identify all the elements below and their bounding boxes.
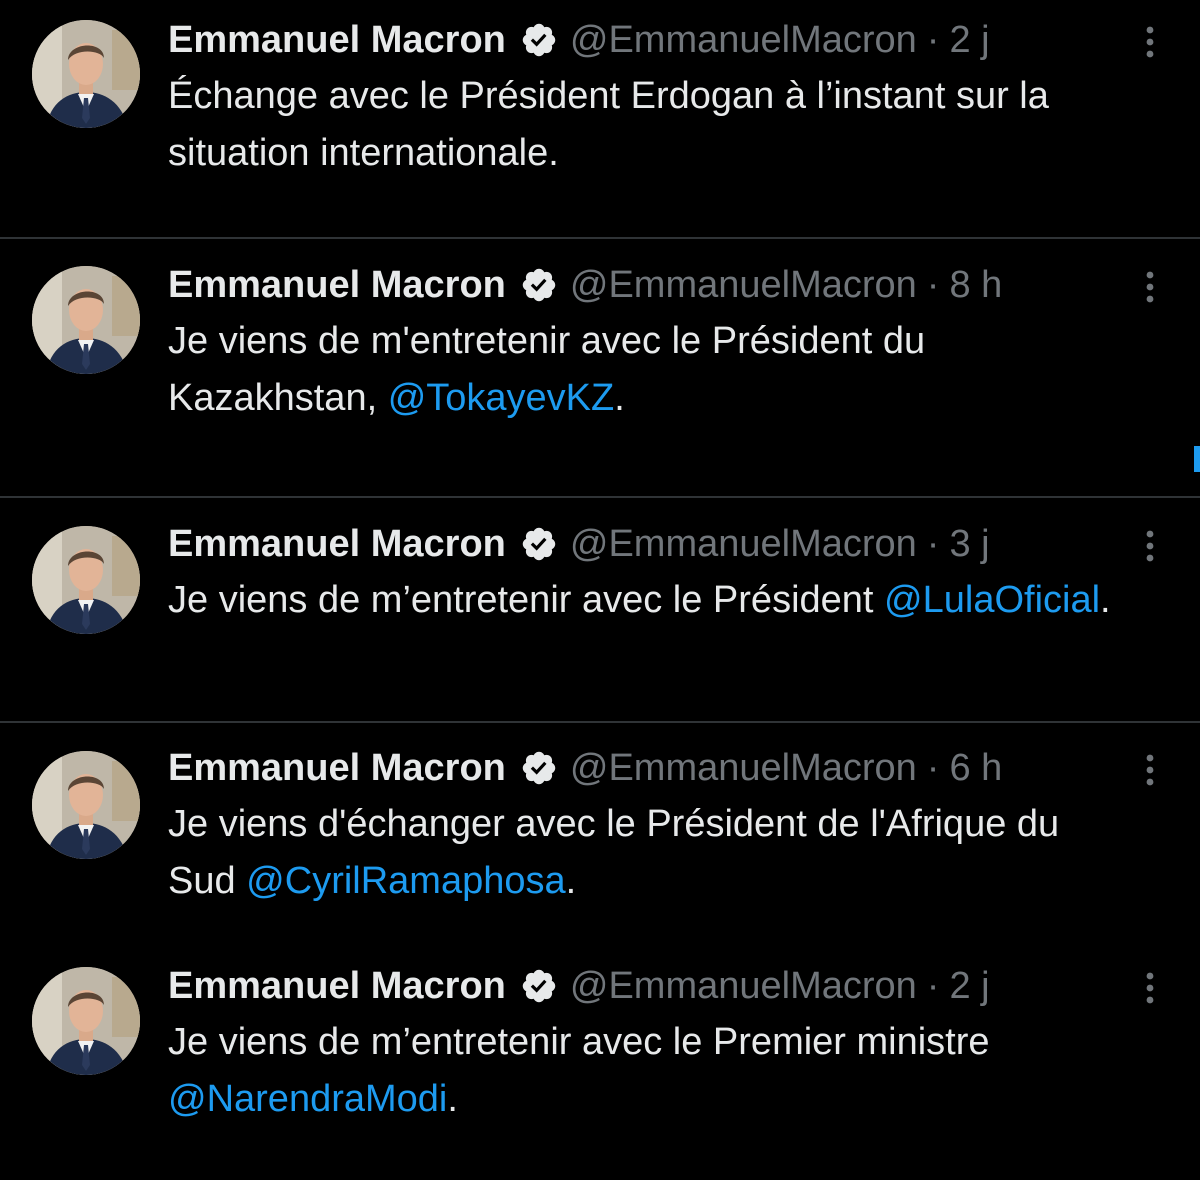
tweet[interactable]: Emmanuel Macron @EmmanuelMacron · 3 j Je… [0,498,1200,722]
portrait-image [32,751,140,859]
more-options-icon[interactable] [1130,742,1170,798]
tweet[interactable]: Emmanuel Macron @EmmanuelMacron · 6 h Je… [0,723,1200,943]
more-options-icon[interactable] [1130,960,1170,1016]
tweet-header: Emmanuel Macron @EmmanuelMacron · 6 h [168,740,1130,796]
tweet-header: Emmanuel Macron @EmmanuelMacron · 8 h [168,257,1130,313]
author-name[interactable]: Emmanuel Macron [168,516,506,572]
author-handle[interactable]: @EmmanuelMacron [570,516,917,572]
mention-link[interactable]: @NarendraModi [168,1078,447,1120]
author-name[interactable]: Emmanuel Macron [168,12,506,68]
avatar[interactable] [32,266,140,374]
author-name[interactable]: Emmanuel Macron [168,958,506,1014]
avatar[interactable] [32,20,140,128]
tweet[interactable]: Emmanuel Macron @EmmanuelMacron · 2 j Je… [0,943,1200,1180]
timestamp[interactable]: 8 h [949,257,1002,313]
tweet-text: Je viens de m’entretenir avec le Premier… [168,1014,1130,1128]
tweet-header: Emmanuel Macron @EmmanuelMacron · 2 j [168,12,1130,68]
separator-dot: · [926,264,940,306]
tweet[interactable]: Emmanuel Macron @EmmanuelMacron · 8 h Je… [0,239,1200,497]
separator-dot: · [926,965,940,1007]
author-handle[interactable]: @EmmanuelMacron [570,257,917,313]
tweet[interactable]: Emmanuel Macron @EmmanuelMacron · 2 j Éc… [0,0,1200,238]
tweet-header: Emmanuel Macron @EmmanuelMacron · 3 j [168,516,1130,572]
mention-link[interactable]: @CyrilRamaphosa [246,860,565,902]
portrait-image [32,967,140,1075]
tweet-text-end: . [447,1078,458,1120]
timestamp[interactable]: 3 j [949,516,989,572]
author-handle[interactable]: @EmmanuelMacron [570,740,917,796]
verified-badge-icon [520,266,558,304]
tweet-header: Emmanuel Macron @EmmanuelMacron · 2 j [168,958,1130,1014]
timestamp[interactable]: 2 j [949,958,989,1014]
separator-dot: · [926,19,940,61]
tweet-text: Je viens d'échanger avec le Président de… [168,796,1130,910]
tweet-text-end: . [614,377,625,419]
tweet-text: Je viens de m’entretenir avec le Préside… [168,572,1130,629]
mention-link[interactable]: @TokayevKZ [388,377,615,419]
author-handle[interactable]: @EmmanuelMacron [570,958,917,1014]
avatar[interactable] [32,967,140,1075]
verified-badge-icon [520,749,558,787]
timestamp[interactable]: 2 j [949,12,989,68]
mention-link[interactable]: @LulaOficial [884,579,1100,621]
verified-badge-icon [520,21,558,59]
tweet-text-body: Échange avec le Président Erdogan à l’in… [168,75,1049,174]
verified-badge-icon [520,525,558,563]
verified-badge-icon [520,967,558,1005]
tweet-text-body: Je viens de m’entretenir avec le Premier… [168,1021,990,1063]
portrait-image [32,526,140,634]
avatar[interactable] [32,526,140,634]
tweet-feed: Emmanuel Macron @EmmanuelMacron · 2 j Éc… [0,0,1200,1180]
more-options-icon[interactable] [1130,14,1170,70]
tweet-text: Échange avec le Président Erdogan à l’in… [168,68,1130,182]
tweet-text-end: . [1100,579,1111,621]
tweet-text-body: Je viens de m’entretenir avec le Préside… [168,579,885,621]
author-name[interactable]: Emmanuel Macron [168,740,506,796]
more-options-icon[interactable] [1130,518,1170,574]
author-name[interactable]: Emmanuel Macron [168,257,506,313]
portrait-image [32,20,140,128]
avatar[interactable] [32,751,140,859]
portrait-image [32,266,140,374]
author-handle[interactable]: @EmmanuelMacron [570,12,917,68]
scrollbar-thumb[interactable] [1194,446,1200,472]
tweet-text: Je viens de m'entretenir avec le Préside… [168,313,1130,427]
timestamp[interactable]: 6 h [949,740,1002,796]
more-options-icon[interactable] [1130,259,1170,315]
tweet-text-end: . [565,860,577,902]
separator-dot: · [926,747,940,789]
separator-dot: · [926,523,940,565]
